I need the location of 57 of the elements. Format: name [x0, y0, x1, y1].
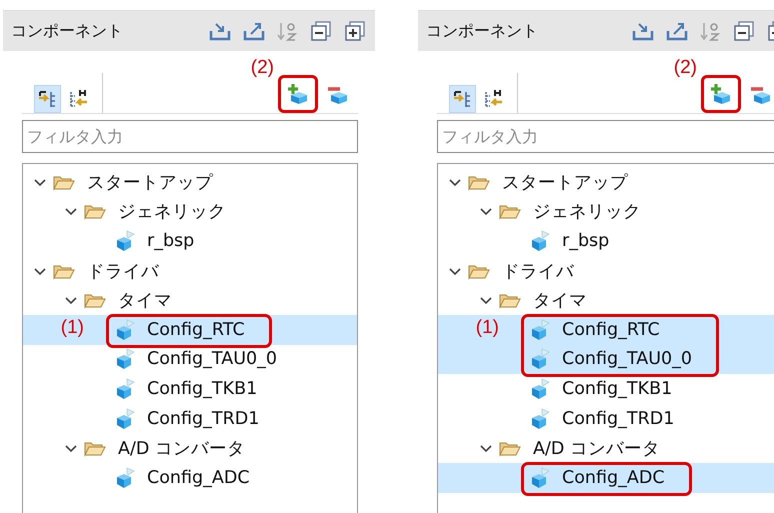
panel-title: コンポーネント [426, 20, 538, 42]
expand-all-icon[interactable] [345, 21, 367, 41]
collapse-all-icon[interactable] [311, 21, 333, 41]
cube-icon [115, 318, 135, 341]
source-tree-icon [452, 89, 473, 109]
add-component-button[interactable] [278, 75, 318, 113]
annotation-label: (2) [674, 57, 697, 79]
add-cube-icon [287, 83, 309, 105]
tree-item[interactable]: Config_TKB1 [23, 374, 357, 404]
tree-item[interactable]: Config_TKB1 [438, 374, 774, 404]
export-icon[interactable] [243, 21, 265, 41]
collapse-all-icon[interactable] [734, 21, 756, 41]
import-icon[interactable] [209, 21, 231, 41]
cube-icon [115, 408, 135, 430]
import-icon[interactable] [632, 21, 654, 41]
cube-icon [530, 378, 550, 400]
cube-icon [115, 230, 135, 252]
view-toggle-button[interactable] [449, 85, 476, 113]
view-toggle-button[interactable] [34, 85, 61, 113]
tree-item[interactable]: Config_TRD1 [23, 404, 357, 434]
hierarchy-tree-icon [68, 89, 89, 109]
tree-item[interactable]: ドライバ [438, 256, 774, 286]
cube-icon [115, 466, 135, 489]
cube-icon [530, 348, 550, 370]
tree-item[interactable]: A/D コンバータ [23, 433, 357, 463]
tree-item[interactable]: ジェネリック [438, 196, 774, 226]
cube-icon [530, 230, 550, 252]
tree-item[interactable]: Config_ADC [23, 462, 357, 493]
add-cube-icon [710, 83, 732, 105]
annotation-label: (2) [250, 57, 274, 79]
panel-title: コンポーネント [11, 20, 123, 42]
tree-item[interactable]: Config_TAU0_0 [23, 344, 357, 374]
cube-icon [115, 378, 135, 400]
hierarchy-tree-icon [483, 89, 504, 109]
cube-icon [530, 408, 550, 430]
tree-item[interactable]: スタートアップ [438, 167, 774, 197]
annotation-label: (1) [60, 316, 84, 339]
tree-item[interactable]: Config_TAU0_0 [438, 344, 774, 374]
add-component-button[interactable] [701, 75, 741, 113]
tree-item[interactable]: Config_ADC [438, 462, 774, 493]
source-tree-icon [37, 89, 58, 109]
tree-item[interactable]: r_bsp [438, 226, 774, 256]
annotation-label: (1) [476, 316, 499, 339]
tree-item[interactable]: A/D コンバータ [438, 433, 774, 463]
cube-icon [530, 466, 550, 489]
tree-item[interactable]: Config_TRD1 [438, 404, 774, 434]
tree-item[interactable]: ジェネリック [23, 196, 357, 226]
tree-item[interactable]: タイマ [438, 285, 774, 315]
export-icon[interactable] [666, 21, 688, 41]
filter-field[interactable]: フィルタ入力 [22, 120, 358, 153]
tree-item[interactable]: タイマ [23, 285, 357, 315]
tree-item[interactable]: ドライバ [23, 256, 357, 286]
tree-item[interactable]: r_bsp [23, 226, 357, 256]
cube-icon [530, 318, 550, 341]
cube-icon [115, 348, 135, 370]
tree-item[interactable]: スタートアップ [23, 167, 357, 197]
filter-field[interactable]: フィルタ入力 [437, 120, 774, 153]
